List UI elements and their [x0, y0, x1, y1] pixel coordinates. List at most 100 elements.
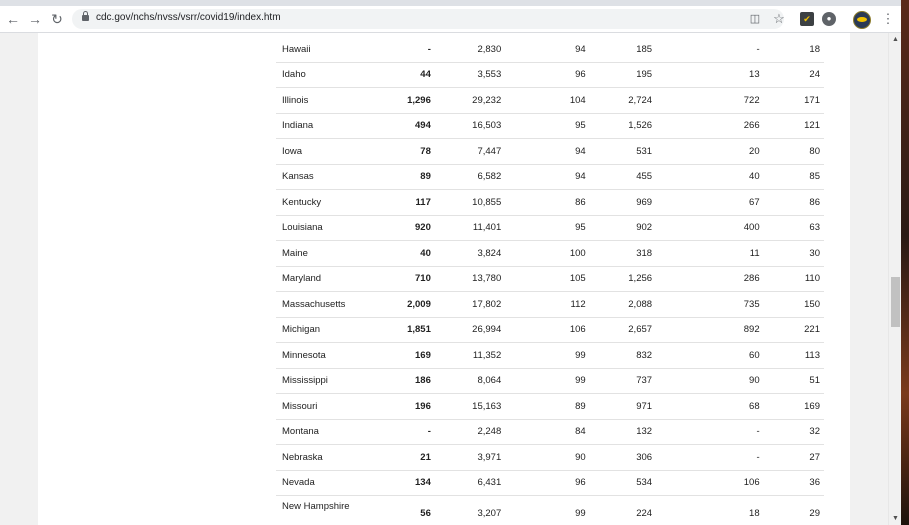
state-name-cell: Maryland: [276, 266, 391, 292]
address-bar[interactable]: cdc.gov/nchs/nvss/vsrr/covid19/index.htm: [72, 9, 784, 29]
value-cell: 56: [390, 495, 435, 525]
value-cell: 105: [505, 266, 590, 292]
value-cell: 221: [763, 317, 824, 343]
value-cell: 3,207: [434, 495, 506, 525]
scroll-thumb[interactable]: [891, 277, 900, 327]
table-row: New Hampshire 56 3,207 99 224 18 29: [276, 495, 824, 525]
value-cell: 18: [656, 495, 764, 525]
value-cell: 169: [763, 393, 824, 420]
table-row: Hawaii -2,830 94 185-18: [276, 37, 824, 63]
value-cell: 224: [589, 495, 657, 525]
table-row: Illinois 1,296 29,232 104 2,724 722 171: [276, 87, 824, 114]
table-row: Kansas 89 6,582 94 455 40 85: [276, 164, 824, 190]
table-row: Maryland 710 13,780 105 1,256 286 110: [276, 266, 824, 292]
value-cell: -: [390, 419, 435, 445]
value-cell: 84: [505, 419, 590, 445]
value-cell: 286: [656, 266, 764, 292]
value-cell: 1,296: [390, 87, 435, 114]
value-cell: 15,163: [434, 393, 506, 420]
state-name-cell: Mississippi: [276, 368, 391, 394]
lock-icon[interactable]: [82, 11, 89, 21]
value-cell: 1,851: [390, 317, 435, 343]
value-cell: 892: [656, 317, 764, 343]
value-cell: 494: [390, 113, 435, 139]
table-row: Mississippi 186 8,064 99 737 90 51: [276, 368, 824, 394]
value-cell: 185: [589, 37, 657, 63]
value-cell: 117: [390, 189, 435, 216]
value-cell: 11,352: [434, 342, 506, 369]
scroll-up-arrow-icon[interactable]: ▲: [891, 35, 900, 44]
value-cell: 85: [763, 164, 824, 190]
page-viewport: Hawaii -2,830 94 185-18 Idaho 44 3,553 96 195 13 2…: [0, 33, 888, 525]
value-cell: 902: [589, 215, 657, 241]
value-cell: 722: [656, 87, 764, 114]
value-cell: 95: [505, 113, 590, 139]
value-cell: 186: [390, 368, 435, 394]
value-cell: 1,526: [589, 113, 657, 139]
table-row: Maine 40 3,824 100 318 11 30: [276, 240, 824, 267]
value-cell: 89: [390, 164, 435, 190]
table-row: Nebraska 21 3,971 90 306-27: [276, 444, 824, 471]
value-cell: 21: [390, 444, 435, 471]
value-cell: 112: [505, 291, 590, 318]
star-icon[interactable]: ☆: [772, 12, 786, 26]
value-cell: 60: [656, 342, 764, 369]
state-name-cell: Louisiana: [276, 215, 391, 241]
value-cell: 44: [390, 62, 435, 88]
value-cell: 121: [763, 113, 824, 139]
state-name-cell: Indiana: [276, 113, 391, 139]
value-cell: 10,855: [434, 189, 506, 216]
state-name-cell: Hawaii: [276, 37, 391, 63]
state-name-cell: Kansas: [276, 164, 391, 190]
value-cell: 26,994: [434, 317, 506, 343]
value-cell: 27: [763, 444, 824, 471]
value-cell: 90: [505, 444, 590, 471]
value-cell: 106: [505, 317, 590, 343]
shield-extension-icon[interactable]: ✔: [800, 12, 814, 26]
kebab-menu-icon[interactable]: ⋮: [879, 10, 897, 28]
state-name-cell: Nevada: [276, 470, 391, 496]
value-cell: 169: [390, 342, 435, 369]
translate-icon[interactable]: ◫: [748, 12, 762, 26]
table-row: Minnesota 169 11,352 99 832 60 113: [276, 342, 824, 369]
table-row: Nevada 134 6,431 96 534 106 36: [276, 470, 824, 496]
value-cell: 113: [763, 342, 824, 369]
table-row: Indiana 494 16,503 95 1,526 266 121: [276, 113, 824, 139]
value-cell: 89: [505, 393, 590, 420]
value-cell: 94: [505, 37, 590, 63]
state-name-cell: Michigan: [276, 317, 391, 343]
forward-arrow-icon[interactable]: →: [26, 10, 44, 28]
value-cell: 710: [390, 266, 435, 292]
value-cell: 110: [763, 266, 824, 292]
value-cell: 96: [505, 470, 590, 496]
state-name-cell: Idaho: [276, 62, 391, 88]
value-cell: 99: [505, 342, 590, 369]
value-cell: 104: [505, 87, 590, 114]
profile-avatar[interactable]: [853, 11, 871, 29]
value-cell: 266: [656, 113, 764, 139]
state-name-cell: Missouri: [276, 393, 391, 420]
vertical-scrollbar[interactable]: ▲ ▼: [888, 33, 902, 525]
circle-extension-icon[interactable]: ●: [822, 12, 836, 26]
value-cell: 36: [763, 470, 824, 496]
back-arrow-icon[interactable]: ←: [4, 10, 22, 28]
value-cell: 196: [390, 393, 435, 420]
value-cell: 2,088: [589, 291, 657, 318]
value-cell: 29,232: [434, 87, 506, 114]
value-cell: 94: [505, 138, 590, 165]
table-row: Louisiana 920 11,401 95 902 400 63: [276, 215, 824, 241]
value-cell: 30: [763, 240, 824, 267]
value-cell: 67: [656, 189, 764, 216]
value-cell: 971: [589, 393, 657, 420]
value-cell: 106: [656, 470, 764, 496]
state-name-cell: Illinois: [276, 87, 391, 114]
value-cell: 3,971: [434, 444, 506, 471]
value-cell: 832: [589, 342, 657, 369]
desktop-background: [901, 0, 909, 525]
scroll-down-arrow-icon[interactable]: ▼: [891, 514, 900, 523]
value-cell: 1,256: [589, 266, 657, 292]
value-cell: 95: [505, 215, 590, 241]
url-text[interactable]: cdc.gov/nchs/nvss/vsrr/covid19/index.htm: [96, 12, 281, 23]
reload-icon[interactable]: ↻: [48, 10, 66, 28]
value-cell: 16,503: [434, 113, 506, 139]
